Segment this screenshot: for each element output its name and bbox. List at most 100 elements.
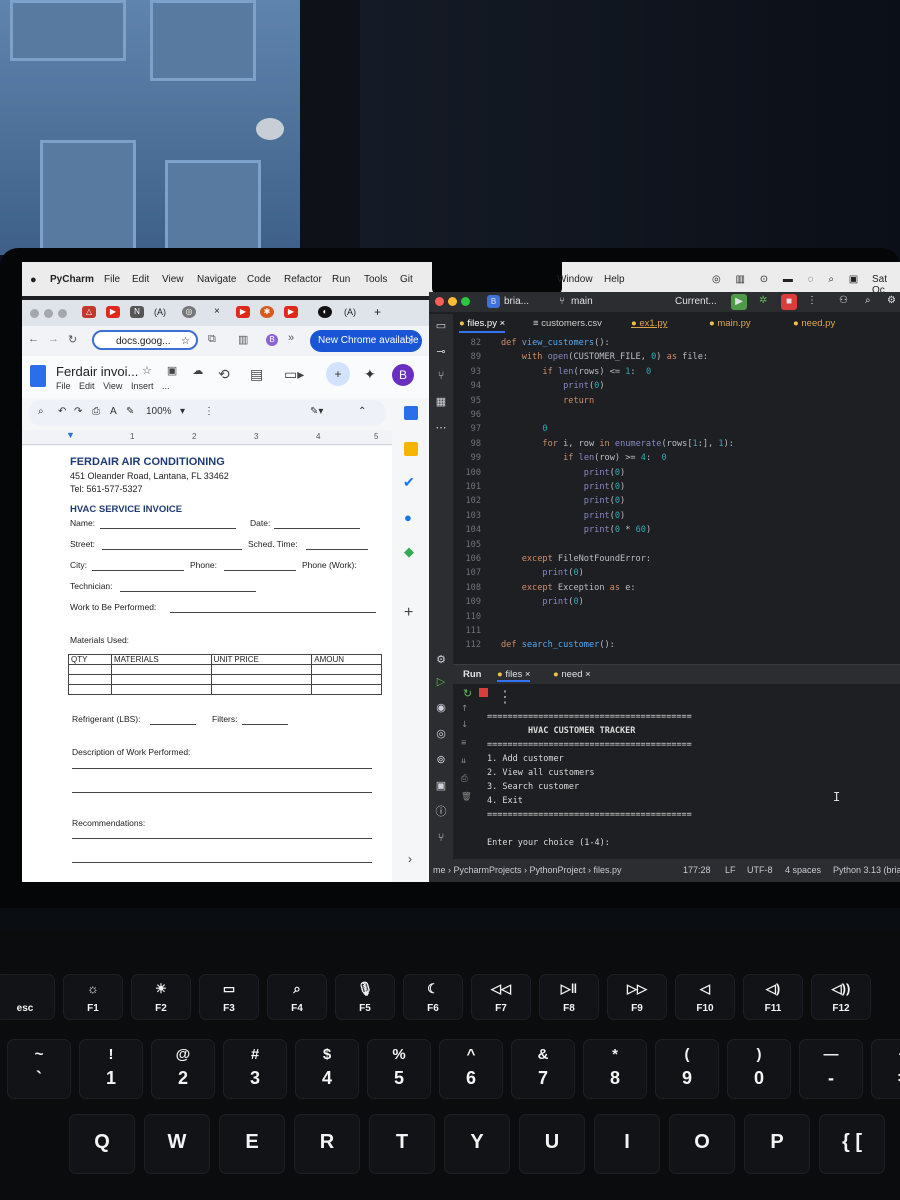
key-6[interactable]: ^ 6 <box>440 1040 502 1098</box>
menu-help[interactable]: Help <box>604 274 625 285</box>
menu-git[interactable]: Git <box>400 274 413 285</box>
expand-panel-icon[interactable]: › <box>408 852 412 866</box>
key-f8[interactable]: ▷‖ F8 <box>540 975 598 1019</box>
key-8[interactable]: * 8 <box>584 1040 646 1098</box>
gemini-sparkle-icon[interactable]: ✦ <box>364 366 376 383</box>
menu-refactor[interactable]: Refactor <box>284 274 322 285</box>
tasks-icon[interactable]: ✔ <box>403 474 415 491</box>
tab-badge-a[interactable]: (A) <box>154 307 166 317</box>
menu-app-name[interactable]: PyCharm <box>50 274 94 285</box>
key-r[interactable]: R <box>295 1115 359 1173</box>
menu-view[interactable]: View <box>162 274 184 285</box>
more-vert-icon[interactable]: ⋮ <box>204 406 214 417</box>
city-line[interactable] <box>92 570 184 571</box>
key-f7[interactable]: ◁◁ F7 <box>472 975 530 1019</box>
reload-icon[interactable]: ↻ <box>68 333 77 346</box>
cursor-position[interactable]: 177:28 <box>683 865 711 875</box>
maps-icon[interactable]: ◆ <box>404 544 414 560</box>
scroll-up-icon[interactable]: ↑ <box>461 704 468 714</box>
status-icons[interactable]: ◎ ▥ ⊙ ▬ ◌ ⌕ ▣ <box>712 274 864 285</box>
scroll-down-icon[interactable]: ↓ <box>461 720 468 730</box>
run-tab-files[interactable]: ● files × <box>497 669 531 682</box>
table-row[interactable] <box>68 664 382 675</box>
key-t[interactable]: T <box>370 1115 434 1173</box>
key-`[interactable]: ~ ` <box>8 1040 70 1098</box>
gear-icon[interactable]: ⚙ <box>887 295 896 306</box>
street-line[interactable] <box>102 549 242 550</box>
url-input[interactable]: docs.goog... ☆ <box>92 330 198 350</box>
menu-window[interactable]: Window <box>557 274 593 285</box>
window-minimize-dot[interactable] <box>448 297 457 306</box>
menu-tools[interactable]: Tools <box>364 274 387 285</box>
key-f5[interactable]: 🎙 F5 <box>336 975 394 1019</box>
work-line[interactable] <box>170 612 376 613</box>
more-vert-icon[interactable]: ⋮ <box>406 330 416 352</box>
soft-wrap-icon[interactable]: ≡ <box>461 738 466 748</box>
docs-avatar[interactable]: B <box>392 364 414 386</box>
undo-icon[interactable]: ↶ <box>58 406 66 417</box>
run-config[interactable]: Current... <box>675 296 717 307</box>
sidebar-icon[interactable]: ▥ <box>238 333 248 346</box>
key-q[interactable]: Q <box>70 1115 134 1173</box>
history-icon[interactable]: ⟲ <box>218 366 230 383</box>
key-f10[interactable]: ◁ F10 <box>676 975 734 1019</box>
chevron-down-icon[interactable]: ▾ <box>180 406 185 417</box>
menu-edit[interactable]: Edit <box>132 274 149 285</box>
key-4[interactable]: $4 <box>296 1040 358 1098</box>
pull-request-icon[interactable]: ⑂ <box>435 370 447 382</box>
redo-icon[interactable]: ↷ <box>74 406 82 417</box>
more-tools-icon[interactable]: ⋯ <box>435 422 447 434</box>
doc-title-actions[interactable]: ☆ ▣ ☁ <box>142 364 209 377</box>
name-line[interactable] <box>100 528 236 529</box>
tab-customers-csv[interactable]: ≡ customers.csv <box>533 318 602 329</box>
window-close-dot[interactable] <box>30 309 39 318</box>
sched-time-line[interactable] <box>306 549 368 550</box>
key-f6[interactable]: ☾ F6 <box>404 975 462 1019</box>
add-addon-icon[interactable]: + <box>404 604 413 622</box>
run-tab-need[interactable]: ● need × <box>553 669 591 680</box>
key-y[interactable]: Y <box>445 1115 509 1173</box>
indent-setting[interactable]: 4 spaces <box>785 865 821 875</box>
key-p[interactable]: P <box>745 1115 809 1173</box>
tab-close-icon[interactable]: × <box>214 306 220 317</box>
services-icon[interactable]: ⚙ <box>435 654 447 666</box>
menu-run[interactable]: Run <box>332 274 350 285</box>
tab-github-icon[interactable]: ◐ <box>318 306 332 318</box>
description-line[interactable] <box>72 792 372 793</box>
line-separator[interactable]: LF <box>725 865 736 875</box>
debug-icon[interactable]: ✲ <box>759 295 767 306</box>
table-row[interactable] <box>68 684 382 695</box>
key-w[interactable]: W <box>145 1115 209 1173</box>
key-f2[interactable]: ☀ F2 <box>132 975 190 1019</box>
back-icon[interactable]: ← <box>28 333 39 345</box>
key--[interactable]: — - <box>800 1040 862 1098</box>
spellcheck-icon[interactable]: A <box>110 406 117 417</box>
new-tab-icon[interactable]: + <box>374 305 381 319</box>
tab-badge-a[interactable]: (A) <box>344 307 356 317</box>
key-5[interactable]: % 5 <box>368 1040 430 1098</box>
run-console[interactable]: ↑ ↓ ≡ ⇊ ⎙ 🗑 I ==========================… <box>453 704 900 859</box>
menu-file[interactable]: File <box>104 274 120 285</box>
tab-openai-icon[interactable]: ◎ <box>182 306 196 318</box>
key-3[interactable]: #3 <box>224 1040 286 1098</box>
scroll-end-icon[interactable]: ⇊ <box>461 756 466 766</box>
refrigerant-line[interactable] <box>150 724 196 725</box>
chrome-profile-avatar[interactable]: B <box>266 334 278 346</box>
key-=[interactable]: += <box>872 1040 900 1098</box>
python-interpreter[interactable]: Python 3.13 (bria <box>833 865 900 875</box>
key-u[interactable]: U <box>520 1115 584 1173</box>
calendar-icon[interactable] <box>404 406 418 420</box>
double-chevron-icon[interactable]: » <box>288 332 294 344</box>
description-line[interactable] <box>72 768 372 769</box>
python-packages-icon[interactable]: ◉ <box>435 702 447 714</box>
breadcrumb[interactable]: me › PycharmProjects › PythonProject › f… <box>433 865 622 875</box>
key-7[interactable]: & 7 <box>512 1040 574 1098</box>
run-button-icon[interactable]: ▶ <box>731 294 747 310</box>
tab-youtube-icon[interactable]: ▶ <box>236 306 250 318</box>
menu-code[interactable]: Code <box>247 274 271 285</box>
meet-icon[interactable]: ▭▸ <box>284 366 304 383</box>
share-add-person-icon[interactable]: + <box>326 362 350 386</box>
project-icon[interactable]: B <box>487 295 500 308</box>
terminal-icon[interactable]: ▣ <box>435 780 447 792</box>
docs-logo-icon[interactable] <box>30 365 46 387</box>
